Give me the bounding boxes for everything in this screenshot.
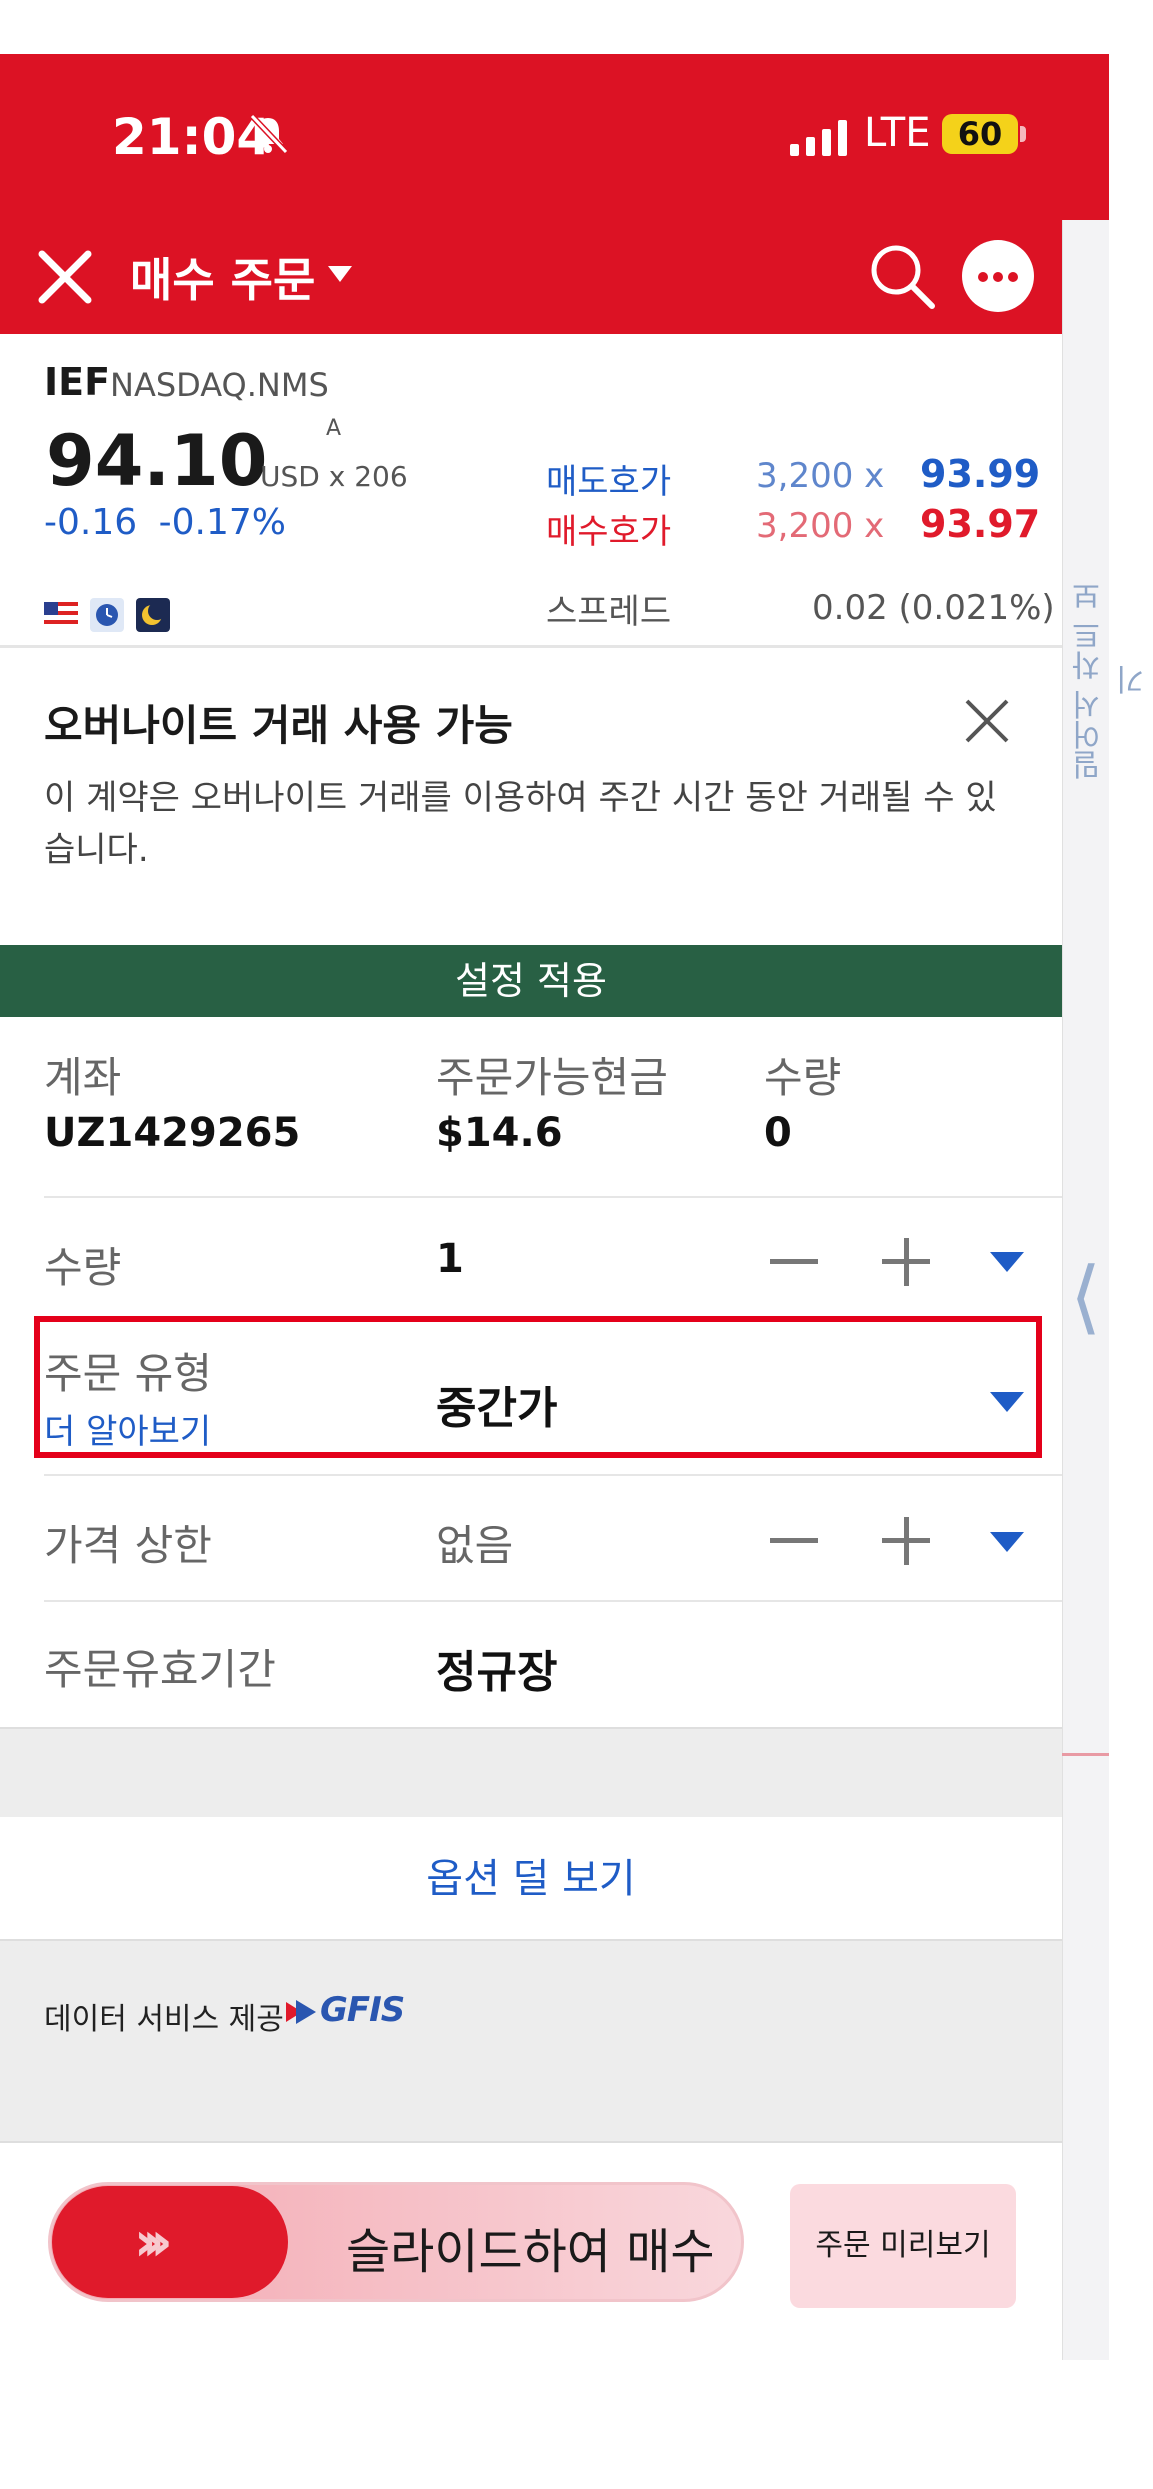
divider [44, 1196, 1062, 1198]
price-cap-dropdown-icon[interactable] [990, 1532, 1024, 1552]
quantity-label: 수량 [44, 1243, 122, 1292]
price-cap-value[interactable]: 없음 [436, 1512, 513, 1573]
bid-label: 매수호가 [546, 512, 672, 552]
data-provider-section [0, 1941, 1062, 2141]
gfis-logo-icon [286, 2000, 316, 2024]
time-in-force-label: 주문유효기간 [44, 1645, 276, 1694]
more-dot-icon [978, 272, 988, 282]
gfis-brand: GFIS [320, 1990, 405, 2030]
side-panel-label[interactable]: 밀어서 차트 보기 [1068, 580, 1151, 780]
data-provider-label: 데이터 서비스 제공 [44, 2002, 284, 2037]
battery-tip-icon [1020, 126, 1026, 142]
price-change: -0.16 -0.17% [44, 502, 286, 543]
plus-icon-vertical[interactable] [904, 1517, 909, 1565]
time-in-force-value[interactable]: 정규장 [436, 1636, 557, 1700]
bid-x: x [864, 506, 885, 546]
spread-value: 0.02 (0.021%) [812, 588, 1055, 628]
network-type: LTE [864, 110, 931, 156]
last-size: 206 [354, 460, 408, 493]
more-dot-icon [1008, 272, 1018, 282]
bell-muted-icon [249, 113, 289, 155]
ask-size-value: 3,200 [756, 456, 854, 496]
divider [44, 1474, 1062, 1476]
last-price: 94.10 [46, 420, 268, 502]
ask-label: 매도호가 [546, 462, 672, 502]
battery-indicator: 60 [942, 114, 1018, 154]
order-mode-title[interactable]: 매수 주문 [130, 244, 315, 310]
position-qty-value: 0 [764, 1110, 792, 1156]
divider [44, 1600, 1062, 1602]
price-cap-label: 가격 상한 [44, 1521, 212, 1570]
change-value: -0.16 [44, 502, 138, 543]
bid-size: 3,200 x [756, 506, 884, 546]
bid-price: 93.97 [920, 502, 1041, 546]
moon-icon [136, 598, 170, 632]
ask-price: 93.99 [920, 452, 1041, 496]
bid-size-value: 3,200 [756, 506, 854, 546]
currency: USD [260, 460, 320, 493]
symbol: IEF [44, 360, 111, 404]
change-percent: -0.17% [158, 502, 286, 543]
banner-description: 이 계약은 오버나이트 거래를 이용하여 주간 시간 동안 거래될 수 있습니다… [44, 778, 997, 870]
quantity-dropdown-icon[interactable] [990, 1252, 1024, 1272]
cash-label: 주문가능현금 [436, 1053, 668, 1102]
apply-settings-button[interactable]: 설정 적용 [0, 945, 1062, 1017]
search-icon[interactable] [866, 240, 938, 312]
size-prefix: x [328, 460, 346, 493]
spread-label: 스프레드 [546, 592, 672, 632]
us-flag-icon [44, 602, 78, 628]
account-label: 계좌 [44, 1053, 122, 1102]
order-type-dropdown-icon[interactable] [990, 1392, 1024, 1412]
quantity-value[interactable]: 1 [436, 1236, 464, 1282]
account-value: UZ1429265 [44, 1110, 301, 1156]
chevrons-right-icon: ››› [134, 2210, 173, 2273]
ask-size: 3,200 x [756, 456, 884, 496]
size-marker: A [326, 416, 342, 441]
cash-value: $14.6 [436, 1110, 563, 1156]
chart-price-line [1062, 1753, 1109, 1756]
minus-icon[interactable] [770, 1259, 818, 1264]
currency-size: USD x 206 [260, 460, 408, 493]
signal-icon [790, 120, 847, 156]
chevron-down-icon[interactable] [328, 266, 352, 282]
slide-to-buy-handle[interactable] [52, 2186, 288, 2298]
chevron-left-icon[interactable]: ⟨ [1070, 1250, 1101, 1343]
slide-to-buy-label: 슬라이드하여 매수 [346, 2224, 715, 2280]
order-type-value[interactable]: 중간가 [436, 1372, 557, 1436]
banner-title: 오버나이트 거래 사용 가능 [44, 701, 513, 750]
close-icon[interactable] [36, 248, 94, 306]
ask-x: x [864, 456, 885, 496]
fewer-options-button[interactable]: 옵션 덜 보기 [0, 1817, 1062, 1941]
more-options-button[interactable] [962, 240, 1034, 312]
order-preview-button[interactable]: 주문 미리보기 [790, 2184, 1016, 2308]
section-gap [0, 1727, 1062, 1817]
minus-icon[interactable] [770, 1538, 818, 1543]
close-icon[interactable] [962, 696, 1012, 746]
plus-icon-vertical[interactable] [904, 1238, 909, 1286]
position-qty-label: 수량 [764, 1053, 842, 1102]
order-type-label: 주문 유형 [44, 1349, 212, 1398]
more-dot-icon [993, 272, 1003, 282]
exchange: NASDAQ.NMS [110, 366, 329, 404]
learn-more-link[interactable]: 더 알아보기 [44, 1404, 211, 1453]
clock-icon [90, 598, 124, 632]
